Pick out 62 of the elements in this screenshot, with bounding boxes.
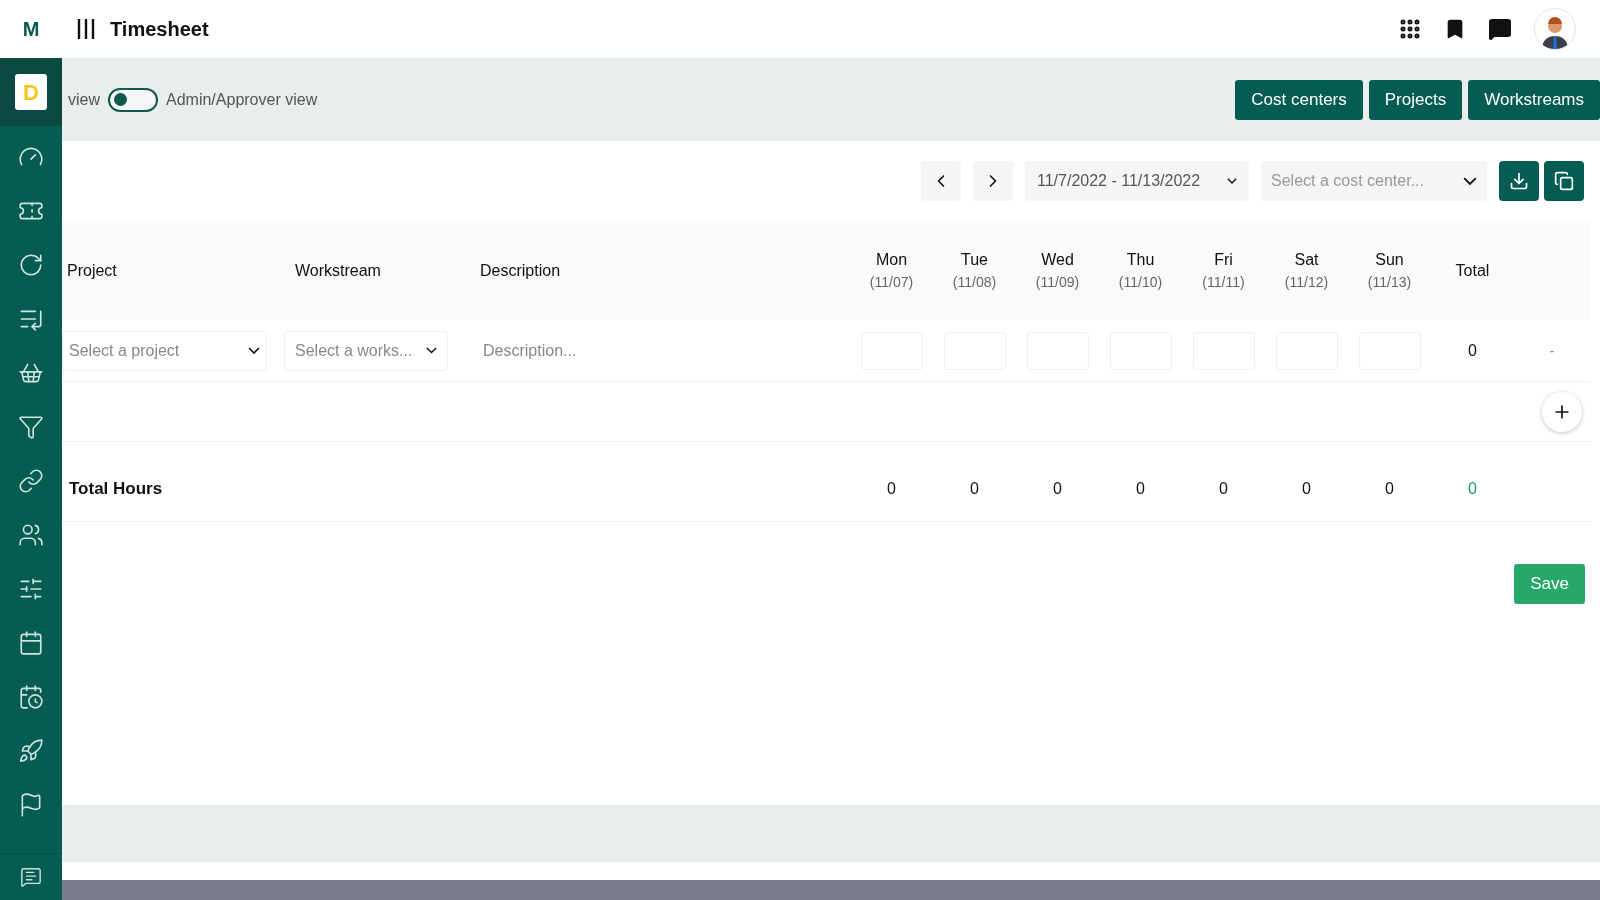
column-header: Mon xyxy=(875,250,908,270)
page-title: Timesheet xyxy=(110,17,209,42)
calendar-clock-icon[interactable] xyxy=(18,684,44,710)
column-header: Description xyxy=(479,260,562,281)
column-header: Workstream xyxy=(294,260,382,281)
refresh-icon[interactable] xyxy=(18,252,44,278)
sliders-icon[interactable] xyxy=(18,576,44,602)
caret-icon xyxy=(1463,176,1477,186)
column-header: Wed xyxy=(1041,250,1074,270)
download-icon xyxy=(1509,171,1529,191)
total-hours-label: Total Hours xyxy=(68,477,164,500)
column-header: Sun xyxy=(1375,250,1404,270)
caret-icon xyxy=(1227,178,1237,184)
column-date: (11/13) xyxy=(1367,273,1412,292)
column-header: Tue xyxy=(961,250,988,270)
users-icon[interactable] xyxy=(18,522,44,548)
column-header: Thu xyxy=(1126,250,1155,270)
project-select[interactable]: Select a project xyxy=(62,330,267,371)
caret-icon xyxy=(248,346,260,355)
column-header: Project xyxy=(66,260,118,281)
workstream-select[interactable]: Select a works... xyxy=(284,330,448,371)
day-total: 0 xyxy=(886,478,897,499)
grand-total: 0 xyxy=(1467,478,1478,499)
nav-button[interactable]: Workstreams xyxy=(1468,79,1600,120)
view-toggle[interactable] xyxy=(108,87,158,112)
day-total: 0 xyxy=(1052,478,1063,499)
link-icon[interactable] xyxy=(18,468,44,494)
day-total: 0 xyxy=(1135,478,1146,499)
column-date: (11/12) xyxy=(1284,273,1329,292)
toggle-label: view xyxy=(68,89,100,110)
day-total: 0 xyxy=(1384,478,1395,499)
column-date: (11/08) xyxy=(952,273,997,292)
app-logo[interactable]: M xyxy=(0,14,62,44)
day-total: 0 xyxy=(1218,478,1229,499)
apps-grid-icon[interactable] xyxy=(1398,17,1422,41)
column-date: (11/11) xyxy=(1202,273,1245,292)
add-row-button[interactable] xyxy=(1542,391,1582,432)
row-action: - xyxy=(1548,340,1556,361)
copy-icon xyxy=(1554,171,1574,191)
toggle-label: Admin/Approver view xyxy=(166,89,318,110)
chat-icon[interactable] xyxy=(1488,17,1512,41)
feedback-icon[interactable] xyxy=(20,866,42,888)
filter-icon[interactable] xyxy=(18,414,44,440)
download-button[interactable] xyxy=(1499,161,1539,201)
row-total: 0 xyxy=(1467,340,1478,361)
nav-button[interactable]: Cost centers xyxy=(1235,79,1363,120)
column-header: Sat xyxy=(1294,250,1319,270)
day-total: 0 xyxy=(1301,478,1312,499)
column-header: Total xyxy=(1454,260,1491,281)
column-header: Fri xyxy=(1214,250,1233,270)
date-range-select[interactable]: 11/7/2022 - 11/13/2022 xyxy=(1025,161,1249,201)
column-date: (11/09) xyxy=(1035,273,1080,292)
column-date: (11/10) xyxy=(1118,273,1163,292)
nav-button[interactable]: Projects xyxy=(1368,79,1463,120)
column-date: (11/07) xyxy=(869,273,914,292)
copy-button[interactable] xyxy=(1544,161,1584,201)
caret-icon xyxy=(426,347,437,354)
calendar-icon[interactable] xyxy=(18,630,44,656)
day-total: 0 xyxy=(969,478,980,499)
description-field[interactable]: Description... xyxy=(475,330,850,371)
rocket-icon[interactable] xyxy=(18,738,44,764)
menu-icon[interactable] xyxy=(76,18,96,40)
